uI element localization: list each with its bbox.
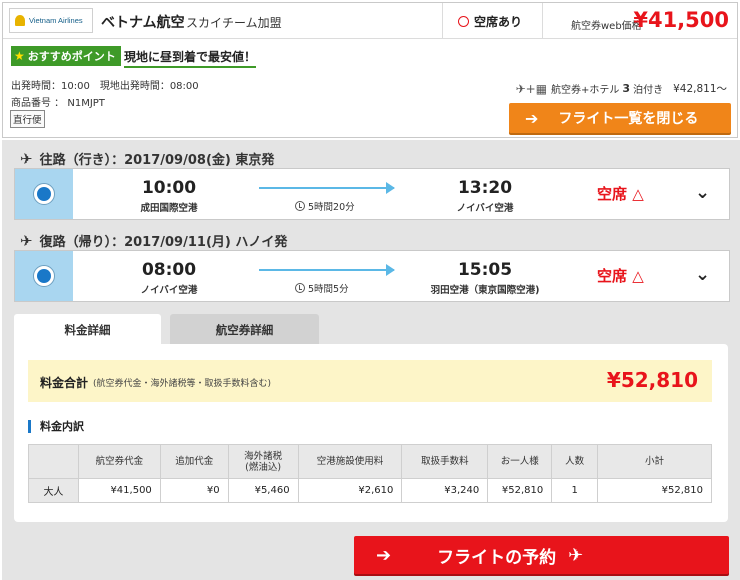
table-row-header: 大人 <box>28 478 79 503</box>
inbound-title-text: 復路（帰り）：2017/09/11(月) ハノイ発 <box>39 235 288 250</box>
outbound-radio[interactable] <box>33 183 55 205</box>
plane-hotel-icon: ✈+▦ <box>515 81 548 96</box>
total-fare-box: 料金合計 (航空券代金・海外諸税等・取扱手数料含む) ¥52,810 <box>28 360 712 402</box>
inbound-dep-airport: ノイバイ空港 <box>140 285 198 296</box>
route-arrow-head <box>386 182 395 194</box>
route-arrow-line <box>259 187 394 189</box>
fare-breakdown-table: 航空券代金 追加代金 海外諸税 (燃油込) 空港施設使用料 取扱手数料 お一人様… <box>28 444 712 503</box>
table-header-cell: 追加代金 <box>159 444 229 479</box>
direct-flight-tag: 直行便 <box>10 110 45 128</box>
seat-availability: 空席あり <box>442 3 542 39</box>
outbound-radio-cell[interactable] <box>15 169 73 219</box>
package-price: ¥42,811〜 <box>673 83 727 95</box>
table-header-cell: 取扱手数料 <box>401 444 489 479</box>
airline-logo: Vietnam Airlines <box>9 8 93 33</box>
inbound-dep-time: 08:00 <box>141 260 197 280</box>
total-label: 料金合計 <box>40 376 89 390</box>
table-cell: ¥5,460 <box>227 478 299 503</box>
inbound-duration: 5時間5分 <box>295 281 349 295</box>
web-price: 航空券web価格 ¥41,500 <box>542 3 737 39</box>
tab-fare-details[interactable]: 料金詳細 <box>14 314 161 346</box>
outbound-title-text: 往路（行き）：2017/09/08(金) 東京発 <box>39 153 275 168</box>
inbound-seat-status: 空席 △ <box>597 267 644 285</box>
takeoff-icon: ✈ <box>20 149 33 168</box>
total-value: ¥52,810 <box>606 368 698 392</box>
table-header-cell: 海外諸税 (燃油込) <box>227 444 299 479</box>
total-note: (航空券代金・海外諸税等・取扱手数料含む) <box>93 379 272 389</box>
star-icon: ★ <box>14 49 25 63</box>
tab-ticket-details[interactable]: 航空券詳細 <box>170 314 319 346</box>
table-cell: 1 <box>551 478 599 503</box>
inbound-duration-text: 5時間5分 <box>308 284 349 295</box>
chevron-down-icon[interactable]: ⌄ <box>695 264 710 285</box>
outbound-arr-airport: ノイバイ空港 <box>456 203 514 214</box>
inbound-arr-time: 15:05 <box>457 260 513 280</box>
table-cell: ¥52,810 <box>597 478 712 503</box>
inbound-radio[interactable] <box>33 265 55 287</box>
logo-text: Vietnam Airlines <box>29 16 83 25</box>
book-button-label: フライトの予約 <box>437 547 557 568</box>
inbound-radio-cell[interactable] <box>15 251 73 301</box>
chevron-down-icon[interactable]: ⌄ <box>695 182 710 203</box>
flight-detail-panel: ✈ 往路（行き）：2017/09/08(金) 東京発 10:00 成田国際空港 … <box>2 140 740 580</box>
radio-selected-dot <box>37 269 51 283</box>
table-header-cell: 航空券代金 <box>77 444 161 479</box>
route-arrow-line <box>259 269 394 271</box>
alliance-label: スカイチーム加盟 <box>186 16 282 30</box>
table-header-cell: 空港施設使用料 <box>297 444 403 479</box>
table-cell: ¥0 <box>159 478 229 503</box>
clock-icon <box>295 201 305 211</box>
table-row: 大人 ¥41,500 ¥0 ¥5,460 ¥2,610 ¥3,240 ¥52,8… <box>28 478 712 503</box>
price-label: 航空券web価格 <box>571 21 642 32</box>
product-code: 商品番号 ： N1MJPT <box>11 98 105 109</box>
package-nights-suffix: 泊付き <box>633 85 664 96</box>
landing-icon: ✈ <box>20 231 33 250</box>
departure-time-info: 出発時間：10:00 現地出発時間：08:00 <box>11 81 199 92</box>
circle-icon <box>458 15 469 27</box>
recommend-badge: ★ おすすめポイント <box>11 46 121 66</box>
airplane-icon: ✈ <box>568 544 584 566</box>
inbound-flight-row[interactable]: 08:00 ノイバイ空港 5時間5分 15:05 羽田空港（東京国際空港) 空席… <box>14 250 730 302</box>
table-cell: ¥41,500 <box>77 478 161 503</box>
package-nights: 3 <box>622 82 631 95</box>
airline-name: ベトナム航空 <box>101 15 185 31</box>
radio-selected-dot <box>37 187 51 201</box>
lotus-icon <box>13 14 27 28</box>
close-button-label: フライト一覧を閉じる <box>558 111 699 127</box>
outbound-dep-airport: 成田国際空港 <box>140 203 198 214</box>
outbound-arr-time: 13:20 <box>457 178 513 198</box>
table-cell: ¥52,810 <box>487 478 553 503</box>
clock-icon <box>295 283 305 293</box>
table-header-cell <box>28 444 79 479</box>
flight-summary-card: Vietnam Airlines ベトナム航空 スカイチーム加盟 空席あり 航空… <box>2 2 738 138</box>
table-header-cell: 小計 <box>597 444 712 479</box>
book-flight-button[interactable]: ➔ フライトの予約 ✈ <box>354 536 729 574</box>
fare-details-content: 料金合計 (航空券代金・海外諸税等・取扱手数料含む) ¥52,810 料金内訳 … <box>14 344 728 522</box>
table-header-row: 航空券代金 追加代金 海外諸税 (燃油込) 空港施設使用料 取扱手数料 お一人様… <box>28 444 712 479</box>
breakdown-title: 料金内訳 <box>28 420 84 433</box>
close-flight-list-button[interactable]: ➔ フライト一覧を閉じる <box>509 103 731 133</box>
outbound-seat-status: 空席 △ <box>597 185 644 203</box>
outbound-duration: 5時間20分 <box>295 199 355 213</box>
arrow-right-icon: ➔ <box>525 108 539 128</box>
recommend-text: 現地に昼到着で最安値！ <box>124 48 257 68</box>
inbound-arr-airport: 羽田空港（東京国際空港) <box>430 285 540 296</box>
inbound-title: ✈ 復路（帰り）：2017/09/11(月) ハノイ発 <box>20 231 288 251</box>
outbound-flight-row[interactable]: 10:00 成田国際空港 5時間20分 13:20 ノイバイ空港 空席 △ ⌄ <box>14 168 730 220</box>
table-header-cell: お一人様 <box>487 444 553 479</box>
outbound-dep-time: 10:00 <box>141 178 197 198</box>
table-cell: ¥3,240 <box>401 478 489 503</box>
route-arrow-head <box>386 264 395 276</box>
table-cell: ¥2,610 <box>297 478 403 503</box>
price-value: ¥41,500 <box>633 8 729 32</box>
recommend-badge-label: おすすめポイント <box>27 50 116 63</box>
hotel-package-link[interactable]: ✈+▦ 航空券+ホテル 3 泊付き ¥42,811〜 <box>515 81 727 97</box>
arrow-right-icon: ➔ <box>376 544 392 566</box>
outbound-duration-text: 5時間20分 <box>308 202 355 213</box>
outbound-title: ✈ 往路（行き）：2017/09/08(金) 東京発 <box>20 149 275 169</box>
airline-row: Vietnam Airlines ベトナム航空 スカイチーム加盟 空席あり 航空… <box>3 3 737 39</box>
package-label: 航空券+ホテル <box>551 85 620 96</box>
seat-availability-label: 空席あり <box>474 14 523 29</box>
table-header-cell: 人数 <box>551 444 599 479</box>
